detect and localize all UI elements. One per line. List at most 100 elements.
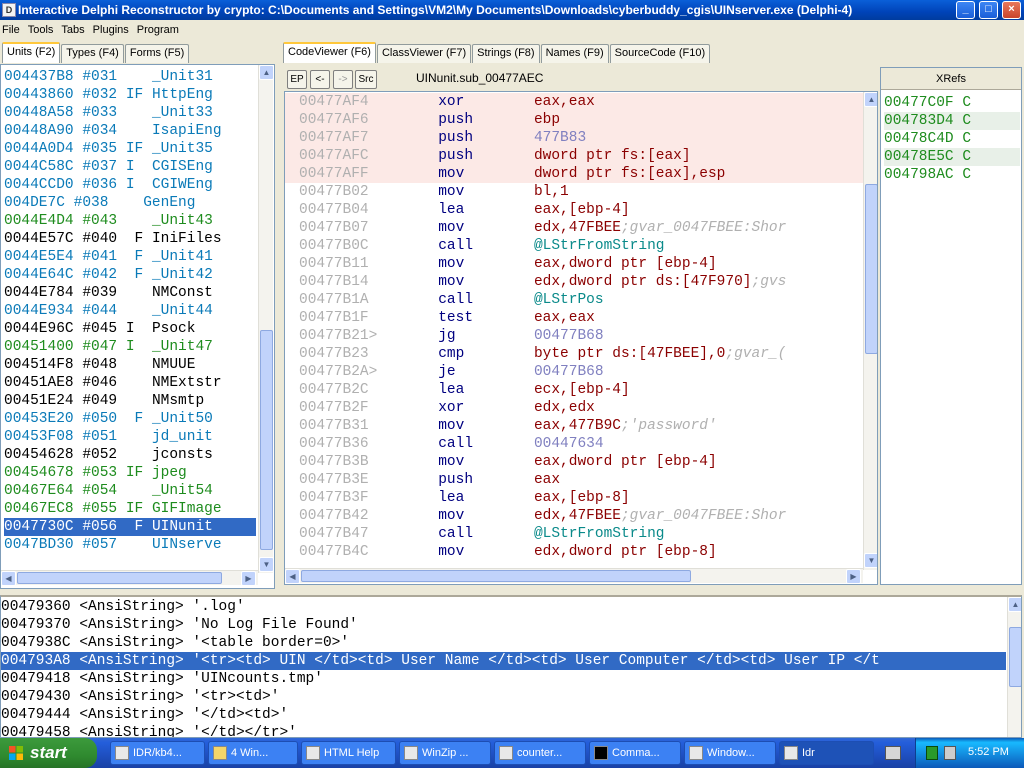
menu-file[interactable]: File: [0, 24, 26, 36]
code-vscroll[interactable]: ▲ ▼: [863, 92, 877, 570]
unit-row[interactable]: 004DE7C #038 GenEng: [4, 194, 256, 212]
unit-row[interactable]: 00451400 #047 I _Unit47: [4, 338, 256, 356]
strings-scroll-thumb[interactable]: [1009, 627, 1021, 687]
menu-plugins[interactable]: Plugins: [91, 24, 135, 36]
scroll-left-icon[interactable]: ◀: [1, 571, 16, 586]
code-hscroll-thumb[interactable]: [301, 570, 691, 582]
code-line[interactable]: 00477B11 mov eax,dword ptr [ebp-4]: [285, 255, 863, 273]
tab-forms[interactable]: Forms (F5): [124, 44, 190, 63]
unit-row[interactable]: 0044E784 #039 NMConst: [4, 284, 256, 302]
unit-row[interactable]: 0044E934 #044 _Unit44: [4, 302, 256, 320]
code-line[interactable]: 00477B1F test eax,eax: [285, 309, 863, 327]
unit-row[interactable]: 0044C58C #037 I CGISEng: [4, 158, 256, 176]
code-line[interactable]: 00477B14 mov edx,dword ptr ds:[47F970];g…: [285, 273, 863, 291]
task-counter[interactable]: counter...: [494, 741, 586, 765]
scroll-right-icon[interactable]: ▶: [846, 569, 861, 584]
units-hscroll-thumb[interactable]: [17, 572, 222, 584]
scroll-down-icon[interactable]: ▼: [259, 557, 274, 572]
code-line[interactable]: 00477AF7 push 477B83: [285, 129, 863, 147]
code-line[interactable]: 00477B2A> je 00477B68: [285, 363, 863, 381]
code-line[interactable]: 00477B1A call @LStrPos: [285, 291, 863, 309]
unit-row[interactable]: 00467EC8 #055 IF GIFImage: [4, 500, 256, 518]
code-line[interactable]: 00477B47 call @LStrFromString: [285, 525, 863, 543]
menu-program[interactable]: Program: [135, 24, 185, 36]
units-scroll-thumb[interactable]: [260, 330, 273, 550]
close-button[interactable]: ×: [1002, 1, 1021, 19]
unit-row[interactable]: 00454678 #053 IF jpeg: [4, 464, 256, 482]
task-idr-kb4[interactable]: IDR/kb4...: [110, 741, 205, 765]
back-button[interactable]: <-: [310, 70, 330, 89]
strings-list[interactable]: 00479360 <AnsiString> '.log' 00479370 <An…: [1, 598, 1006, 737]
code-hscroll[interactable]: ◀ ▶: [285, 568, 863, 584]
string-row[interactable]: 00479458 <AnsiString> '</td></tr>': [1, 724, 1006, 737]
unit-row[interactable]: 00453F08 #051 jd_unit: [4, 428, 256, 446]
unit-row[interactable]: 00453E20 #050 F _Unit50: [4, 410, 256, 428]
forward-button[interactable]: ->: [333, 70, 353, 89]
scroll-up-icon[interactable]: ▲: [864, 92, 877, 107]
tab-classviewer[interactable]: ClassViewer (F7): [376, 44, 472, 63]
xref-item[interactable]: 004783D4 C: [884, 112, 1020, 130]
code-line[interactable]: 00477AF4 xor eax,eax: [285, 93, 863, 111]
string-row[interactable]: 00479370 <AnsiString> 'No Log File Found…: [1, 616, 1006, 634]
tab-types[interactable]: Types (F4): [61, 44, 124, 63]
strings-vscroll[interactable]: ▲: [1007, 597, 1021, 737]
tab-names[interactable]: Names (F9): [540, 44, 609, 63]
keyboard-icon[interactable]: [885, 746, 901, 760]
code-line[interactable]: 00477B21> jg 00477B68: [285, 327, 863, 345]
unit-row[interactable]: 0047BD30 #057 UINserve: [4, 536, 256, 554]
tray-status-icon[interactable]: [926, 746, 938, 760]
unit-row[interactable]: 0044E64C #042 F _Unit42: [4, 266, 256, 284]
unit-row[interactable]: 00448A58 #033 _Unit33: [4, 104, 256, 122]
code-line[interactable]: 00477B4C mov edx,dword ptr [ebp-8]: [285, 543, 863, 561]
unit-row[interactable]: 00454628 #052 jconsts: [4, 446, 256, 464]
string-row[interactable]: 00479360 <AnsiString> '.log': [1, 598, 1006, 616]
task-winzip[interactable]: WinZip ...: [399, 741, 491, 765]
unit-row[interactable]: 0044E4D4 #043 _Unit43: [4, 212, 256, 230]
unit-row[interactable]: 0044A0D4 #035 IF _Unit35: [4, 140, 256, 158]
unit-row[interactable]: 004514F8 #048 NMUUE: [4, 356, 256, 374]
string-row[interactable]: 0047938C <AnsiString> '<table border=0>': [1, 634, 1006, 652]
menu-tools[interactable]: Tools: [26, 24, 60, 36]
code-line[interactable]: 00477B23 cmp byte ptr ds:[47FBEE],0;gvar…: [285, 345, 863, 363]
scroll-up-icon[interactable]: ▲: [259, 65, 274, 80]
code-line[interactable]: 00477AFF mov dword ptr fs:[eax],esp: [285, 165, 863, 183]
xref-item[interactable]: 00478C4D C: [884, 130, 1020, 148]
units-vscroll[interactable]: ▲ ▼: [258, 65, 274, 573]
unit-row[interactable]: 00448A90 #034 IsapiEng: [4, 122, 256, 140]
start-button[interactable]: start: [0, 738, 97, 768]
code-line[interactable]: 00477B3B mov eax,dword ptr [ebp-4]: [285, 453, 863, 471]
tab-units[interactable]: Units (F2): [2, 42, 61, 63]
task-command-prompt[interactable]: Comma...: [589, 741, 681, 765]
scroll-up-icon[interactable]: ▲: [1008, 597, 1021, 612]
unit-row[interactable]: 004437B8 #031 _Unit31: [4, 68, 256, 86]
code-line[interactable]: 00477B3F lea eax,[ebp-8]: [285, 489, 863, 507]
app-icon[interactable]: D: [2, 3, 16, 17]
task-windows[interactable]: Window...: [684, 741, 776, 765]
xref-item[interactable]: 00477C0F C: [884, 94, 1020, 112]
code-line[interactable]: 00477B36 call 00447634: [285, 435, 863, 453]
string-row[interactable]: 00479430 <AnsiString> '<tr><td>': [1, 688, 1006, 706]
string-row[interactable]: 00479444 <AnsiString> '</td><td>': [1, 706, 1006, 724]
scroll-down-icon[interactable]: ▼: [864, 553, 877, 568]
code-line[interactable]: 00477B07 mov edx,47FBEE;gvar_0047FBEE:Sh…: [285, 219, 863, 237]
unit-row[interactable]: 0044E96C #045 I Psock: [4, 320, 256, 338]
code-line[interactable]: 00477B2F xor edx,edx: [285, 399, 863, 417]
xref-item[interactable]: 00478E5C C: [884, 148, 1020, 166]
clock[interactable]: 5:52 PM: [968, 746, 1009, 758]
code-listing[interactable]: 00477AF4 xor eax,eax 00477AF6 push ebp 004…: [285, 93, 863, 561]
unit-row[interactable]: 0047730C #056 F UINunit: [4, 518, 256, 536]
unit-row[interactable]: 0044E5E4 #041 F _Unit41: [4, 248, 256, 266]
task-windows-group[interactable]: 4 Win...: [208, 741, 298, 765]
units-hscroll[interactable]: ◀ ▶: [1, 570, 258, 586]
task-idr[interactable]: Idr: [779, 741, 874, 765]
scroll-right-icon[interactable]: ▶: [241, 571, 256, 586]
code-line[interactable]: 00477B2C lea ecx,[ebp-4]: [285, 381, 863, 399]
code-line[interactable]: 00477AF6 push ebp: [285, 111, 863, 129]
task-html-help[interactable]: HTML Help: [301, 741, 396, 765]
tab-codeviewer[interactable]: CodeViewer (F6): [283, 42, 376, 63]
tab-strings[interactable]: Strings (F8): [472, 44, 540, 63]
code-line[interactable]: 00477B31 mov eax,477B9C;'password': [285, 417, 863, 435]
tab-sourcecode[interactable]: SourceCode (F10): [609, 44, 711, 63]
code-line[interactable]: 00477B02 mov bl,1: [285, 183, 863, 201]
unit-row[interactable]: 00467E64 #054 _Unit54: [4, 482, 256, 500]
